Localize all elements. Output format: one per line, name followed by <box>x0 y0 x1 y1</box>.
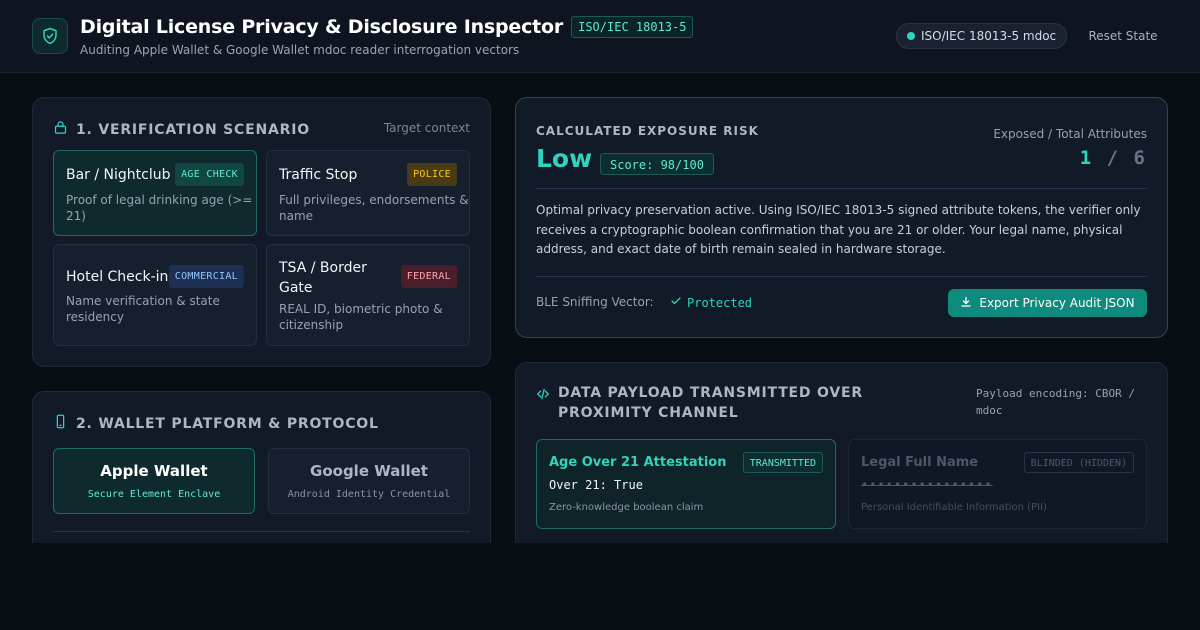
scenario-desc: Full privileges, endorsements & name <box>279 193 469 223</box>
status-dot-icon <box>907 32 915 40</box>
platform-name: Google Wallet <box>310 462 428 480</box>
scenario-name: Hotel Check-in <box>66 269 169 285</box>
attribute-footnote: Personal Identifiable Information (PII) <box>861 502 1047 513</box>
attribute-value-redacted: •••••••••••••••• <box>861 478 993 492</box>
protocol-status-pill: ISO/IEC 18013-5 mdoc <box>896 23 1067 49</box>
platform-sub: Secure Element Enclave <box>87 489 221 500</box>
attribute-card-legal-name[interactable]: Legal Full Name BLINDED (HIDDEN) •••••••… <box>848 439 1147 529</box>
verification-scenario-panel: 1. VERIFICATION SCENARIO Target context … <box>32 97 491 367</box>
standard-badge: ISO/IEC 18013-5 <box>571 16 694 38</box>
scenario-card-traffic-stop[interactable]: Traffic Stop POLICE Full privileges, end… <box>266 150 470 236</box>
code-icon <box>536 386 550 423</box>
platform-name: Apple Wallet <box>100 462 208 480</box>
ble-vector-label: BLE Sniffing Vector: <box>536 295 654 309</box>
scenario-name: TSA / Border Gate <box>279 260 367 296</box>
platform-divider <box>53 531 470 532</box>
export-audit-button[interactable]: Export Privacy Audit JSON <box>948 289 1147 317</box>
platform-google-wallet[interactable]: Google Wallet Android Identity Credentia… <box>268 448 470 514</box>
exposure-risk-panel: CALCULATED EXPOSURE RISK Low Score: 98/1… <box>515 97 1168 338</box>
scenario-tag: FEDERAL <box>400 265 457 288</box>
scenario-panel-hint: Target context <box>383 121 470 135</box>
platform-apple-wallet[interactable]: Apple Wallet Secure Element Enclave <box>53 448 255 514</box>
risk-label: CALCULATED EXPOSURE RISK <box>536 124 759 138</box>
platform-panel-title: 2. WALLET PLATFORM & PROTOCOL <box>76 415 379 432</box>
scenario-panel-title: 1. VERIFICATION SCENARIO <box>76 121 310 138</box>
risk-divider-top <box>536 188 1147 189</box>
attribute-value: Over 21: True <box>549 478 643 492</box>
page-title: Digital License Privacy & Disclosure Ins… <box>80 16 564 38</box>
lock-icon <box>53 120 68 139</box>
exposed-total-count: 1 / 6 <box>1080 147 1147 169</box>
viewport-cutoff <box>0 543 1200 630</box>
scenario-desc: Name verification & state residency <box>66 294 220 324</box>
ble-status-text: Protected <box>687 295 753 310</box>
download-icon <box>960 296 972 311</box>
shield-check-icon <box>32 18 68 54</box>
platform-sub: Android Identity Credential <box>287 489 451 500</box>
attribute-name: Legal Full Name <box>861 455 979 470</box>
attribute-card-age-over-21[interactable]: Age Over 21 Attestation TRANSMITTED Over… <box>536 439 836 529</box>
scenario-name: Bar / Nightclub <box>66 167 171 183</box>
total-count: 6 <box>1133 147 1147 169</box>
exposed-total-label: Exposed / Total Attributes <box>993 127 1147 141</box>
scenario-card-tsa-border[interactable]: TSA / Border Gate FEDERAL REAL ID, biome… <box>266 244 470 346</box>
count-separator: / <box>1106 147 1121 169</box>
app-header: Digital License Privacy & Disclosure Ins… <box>0 0 1200 73</box>
attribute-status-tag: TRANSMITTED <box>742 452 823 473</box>
attribute-status-tag: BLINDED (HIDDEN) <box>1023 452 1134 473</box>
scenario-card-bar-nightclub[interactable]: Bar / Nightclub AGE CHECK Proof of legal… <box>53 150 257 236</box>
payload-encoding: Payload encoding: CBOR / mdoc <box>976 387 1135 417</box>
scenario-tag: AGE CHECK <box>175 163 244 186</box>
risk-divider-bottom <box>536 276 1147 277</box>
export-button-label: Export Privacy Audit JSON <box>979 296 1135 310</box>
check-icon <box>670 295 682 310</box>
scenario-tag: POLICE <box>407 163 457 186</box>
ble-status: Protected <box>670 295 752 310</box>
scenario-desc: Proof of legal drinking age (>= 21) <box>66 193 253 223</box>
status-pill-label: ISO/IEC 18013-5 mdoc <box>921 29 1057 43</box>
reset-state-button[interactable]: Reset State <box>1080 22 1166 50</box>
exposed-count: 1 <box>1079 147 1094 169</box>
risk-description: Optimal privacy preservation active. Usi… <box>536 203 1141 256</box>
risk-level: Low <box>536 144 593 173</box>
page-subtitle: Auditing Apple Wallet & Google Wallet md… <box>80 43 520 57</box>
scenario-tag: COMMERCIAL <box>168 265 244 288</box>
attribute-footnote: Zero-knowledge boolean claim <box>549 502 704 513</box>
payload-panel-title: DATA PAYLOAD TRANSMITTED OVER PROXIMITY … <box>558 385 863 421</box>
scenario-name: Traffic Stop <box>279 167 358 183</box>
risk-score-badge: Score: 98/100 <box>600 153 714 175</box>
phone-icon <box>53 414 68 433</box>
scenario-card-hotel-checkin[interactable]: Hotel Check-in COMMERCIAL Name verificat… <box>53 244 257 346</box>
scenario-desc: REAL ID, biometric photo & citizenship <box>279 302 443 332</box>
attribute-name: Age Over 21 Attestation <box>549 455 727 470</box>
